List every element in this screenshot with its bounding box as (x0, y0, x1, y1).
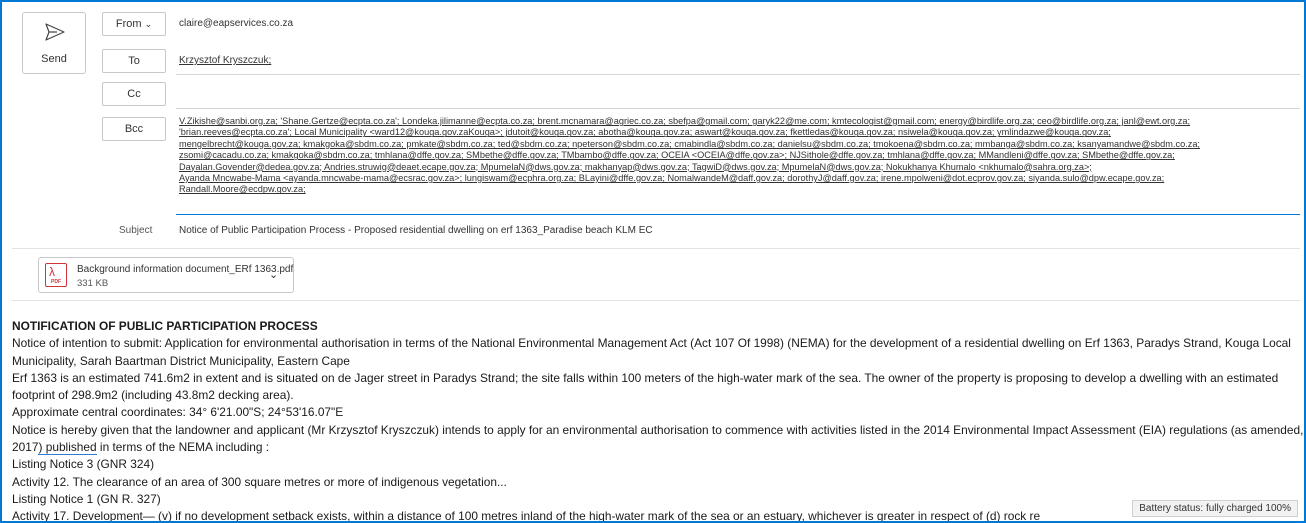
body-paragraph: Activity 17. Development— (v) if no deve… (12, 509, 1041, 521)
subject-label: Subject (119, 225, 153, 236)
attachment-divider (12, 300, 1300, 301)
chevron-down-icon: ⌄ (144, 19, 153, 29)
subject-divider (12, 248, 1300, 249)
body-paragraph: Approximate central coordinates: 34° 6'2… (12, 405, 344, 420)
bcc-field[interactable]: V.Zikishe@sanbi.org.za; 'Shane.Gertze@ec… (179, 116, 1297, 196)
to-label: To (128, 55, 140, 67)
email-compose-window: Send From ⌄ claire@eapservices.co.za To … (2, 2, 1304, 521)
bcc-label: Bcc (124, 123, 144, 135)
from-value: claire@eapservices.co.za (179, 18, 294, 29)
bcc-divider (176, 214, 1300, 215)
bcc-line[interactable]: 'brian.reeves@ecpta.co.za'; Local Munici… (179, 127, 1111, 137)
send-icon (45, 23, 65, 41)
body-paragraph: Listing Notice 3 (GNR 324) (12, 457, 155, 472)
message-body[interactable]: NOTIFICATION OF PUBLIC PARTICIPATION PRO… (12, 318, 1304, 521)
attachment-size: 331 KB (77, 278, 109, 289)
chevron-down-icon[interactable]: ⌄ (269, 268, 278, 281)
to-recipient[interactable]: Krzysztof Kryszczuk; (179, 55, 271, 66)
from-label: From (115, 18, 142, 30)
body-paragraph: Erf 1363 is an estimated 741.6m2 in exte… (12, 370, 1279, 403)
bcc-line[interactable]: Ayanda Mncwabe-Mama <ayanda.mncwabe-mama… (179, 173, 1164, 183)
cc-divider (176, 108, 1300, 109)
to-button[interactable]: To (102, 49, 166, 73)
body-text-run-underlined: ) published (38, 440, 97, 456)
battery-status-tooltip: Battery status: fully charged 100% (1132, 500, 1298, 517)
bcc-button[interactable]: Bcc (102, 117, 166, 141)
body-paragraph: Listing Notice 1 (GN R. 327) (12, 491, 161, 506)
cc-label: Cc (127, 88, 141, 100)
bcc-line[interactable]: mengelbrecht@kouga.gov.za; kmakgoka@sbdm… (179, 139, 1200, 149)
bcc-line[interactable]: Randall.Moore@ecdpw.gov.za; (179, 184, 306, 194)
attachment-name: Background information document_ERf 1363… (77, 264, 294, 275)
body-paragraph: Notice of intention to submit: Applicati… (12, 336, 1291, 368)
send-button[interactable]: Send (22, 12, 86, 74)
attachment-card[interactable]: λ PDF Background information document_ER… (38, 257, 294, 293)
subject-input[interactable]: Notice of Public Participation Process -… (179, 225, 653, 236)
body-heading: NOTIFICATION OF PUBLIC PARTICIPATION PRO… (12, 319, 318, 333)
send-label: Send (41, 53, 67, 65)
body-paragraph: Activity 12. The clearance of an area of… (12, 474, 507, 489)
pdf-icon-tag: PDF (51, 279, 61, 285)
bcc-line[interactable]: V.Zikishe@sanbi.org.za; 'Shane.Gertze@ec… (179, 116, 1190, 126)
bcc-line[interactable]: zsomi@cacadu.co.za; kmakgoka@sbdm.co.za;… (179, 150, 1175, 160)
bcc-line[interactable]: Dayalan.Govender@dedea.gov.za; Andries.s… (179, 162, 1092, 172)
to-divider (176, 74, 1300, 75)
body-text-run: in terms of the NEMA including : (96, 440, 270, 455)
body-paragraph: Notice is hereby given that the landowne… (12, 422, 1304, 457)
cc-button[interactable]: Cc (102, 82, 166, 106)
from-button[interactable]: From ⌄ (102, 12, 166, 36)
pdf-icon: λ PDF (45, 263, 67, 287)
